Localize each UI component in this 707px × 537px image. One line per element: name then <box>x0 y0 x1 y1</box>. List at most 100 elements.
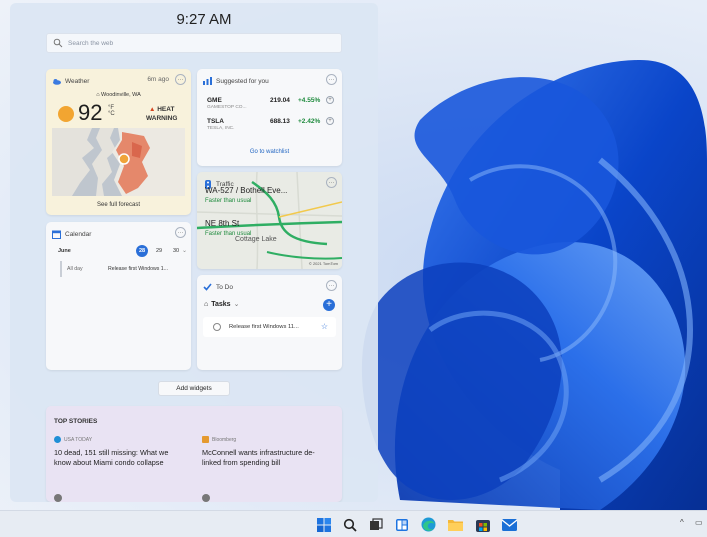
chevron-down-icon[interactable]: ⌄ <box>182 247 187 254</box>
weather-location-text: Woodinville, WA <box>101 92 141 98</box>
weather-updated-time: 6m ago <box>147 76 169 83</box>
sunny-icon <box>58 106 74 122</box>
calendar-day[interactable]: 29 <box>153 245 165 257</box>
warning-icon: ▲ <box>148 106 158 113</box>
store-icon[interactable] <box>474 516 491 533</box>
calendar-month: June <box>58 248 71 254</box>
temperature-units: °F °C <box>108 105 115 117</box>
news-headline[interactable]: 10 dead, 151 still missing: What we know… <box>54 448 184 468</box>
task-checkbox[interactable] <box>213 323 221 331</box>
widgets-panel: 9:27 AM Search the web Weather 6m ago ··… <box>10 3 378 502</box>
weather-widget[interactable]: Weather 6m ago ··· ⌂ Woodinville, WA 92 … <box>46 69 191 215</box>
top-stories-widget[interactable]: TOP STORIES USA TODAY 10 dead, 151 still… <box>46 406 342 502</box>
more-options-icon[interactable]: ··· <box>175 227 186 238</box>
weather-title: Weather <box>65 77 90 85</box>
calendar-widget[interactable]: Calendar ··· June 28 29 30 ⌄ All day Rel… <box>46 222 191 370</box>
todo-header: To Do <box>203 281 336 293</box>
traffic-route-2[interactable]: NE 8th St <box>205 219 239 228</box>
taskbar: ^ ▭ <box>0 510 707 537</box>
weather-location: ⌂ Woodinville, WA <box>46 92 191 98</box>
task-view-icon[interactable] <box>367 516 384 533</box>
bloomberg-logo-icon <box>202 436 209 443</box>
add-task-button[interactable]: + <box>323 299 335 311</box>
news-headline[interactable]: McConnell wants infrastructure de-linked… <box>202 448 332 468</box>
next-story-source-icon <box>202 494 210 502</box>
calendar-day-selected[interactable]: 28 <box>136 245 148 257</box>
stocks-title: Suggested for you <box>216 77 269 85</box>
map-copyright: © 2021 TomTom <box>308 261 338 266</box>
stock-symbol: TSLA <box>207 118 224 125</box>
stock-price: 219.04 <box>270 97 290 104</box>
news-story[interactable]: USA TODAY 10 dead, 151 still missing: Wh… <box>54 436 184 468</box>
more-options-icon[interactable]: ··· <box>175 74 186 85</box>
edge-icon[interactable] <box>420 516 437 533</box>
todo-title: To Do <box>216 283 233 291</box>
watchlist-link[interactable]: Go to watchlist <box>197 149 342 155</box>
chevron-down-icon: ⌄ <box>233 301 240 308</box>
weather-radar-map[interactable] <box>52 128 185 196</box>
news-story[interactable]: Bloomberg McConnell wants infrastructure… <box>202 436 332 468</box>
search-icon[interactable] <box>341 516 358 533</box>
map-place-label: Cottage Lake <box>235 236 277 243</box>
task-item[interactable]: Release first Windows 11... ☆ <box>203 317 336 337</box>
web-search-box[interactable]: Search the web <box>46 33 342 53</box>
stocks-chart-icon <box>203 77 212 86</box>
widgets-icon[interactable] <box>393 516 410 533</box>
full-forecast-link[interactable]: See full forecast <box>46 202 191 208</box>
traffic-route-1-status: Faster than usual <box>205 198 252 204</box>
weather-temperature: 92 <box>78 100 103 125</box>
stock-change: +4.55% <box>298 97 321 104</box>
stock-price: 688.13 <box>270 118 290 125</box>
news-source: USA TODAY <box>54 436 184 443</box>
calendar-event[interactable]: All day Release first Windows 1... <box>60 261 180 277</box>
todo-widget[interactable]: To Do ··· ⌂ Tasks ⌄ + Release first Wind… <box>197 275 342 370</box>
calendar-header: Calendar <box>52 228 185 240</box>
file-explorer-icon[interactable] <box>447 516 464 533</box>
event-title: Release first Windows 1... <box>108 266 168 272</box>
chevron-up-icon[interactable]: ^ <box>680 518 684 527</box>
mail-icon[interactable] <box>501 516 518 533</box>
stock-change: +2.42% <box>298 118 321 125</box>
add-to-watchlist-icon[interactable]: + <box>326 117 334 125</box>
home-icon: ⌂ <box>204 300 209 308</box>
task-text: Release first Windows 11... <box>229 324 299 330</box>
more-options-icon[interactable]: ··· <box>326 280 337 291</box>
stock-name: GAMESTOP CO... <box>207 105 247 110</box>
top-stories-header: TOP STORIES <box>54 418 98 425</box>
system-tray-icon[interactable]: ▭ <box>695 518 703 527</box>
panel-clock: 9:27 AM <box>176 11 232 28</box>
stock-symbol: GME <box>207 97 222 104</box>
calendar-day[interactable]: 30 <box>170 245 182 257</box>
add-to-watchlist-icon[interactable]: + <box>326 96 334 104</box>
weather-map-graphic <box>52 128 185 196</box>
stocks-widget[interactable]: Suggested for you ··· GME GAMESTOP CO...… <box>197 69 342 166</box>
search-icon <box>53 38 63 48</box>
add-widgets-button[interactable]: Add widgets <box>158 381 230 396</box>
task-list-name: Tasks <box>211 300 231 308</box>
stock-row[interactable]: GME GAMESTOP CO... 219.04 +4.55% + <box>207 96 334 115</box>
event-time: All day <box>67 266 83 272</box>
calendar-icon <box>52 230 61 239</box>
weather-cloud-icon <box>52 77 61 86</box>
checkmark-icon <box>203 283 212 292</box>
more-options-icon[interactable]: ··· <box>326 74 337 85</box>
unit-celsius[interactable]: °C <box>108 111 115 117</box>
news-source-name: Bloomberg <box>212 436 237 443</box>
calendar-title: Calendar <box>65 230 92 238</box>
traffic-route-1[interactable]: WA-527 / Bothell Eve... <box>205 186 287 195</box>
more-options-icon[interactable]: ··· <box>326 177 337 188</box>
start-icon[interactable] <box>315 516 332 533</box>
task-list-selector[interactable]: ⌂ Tasks ⌄ <box>204 300 240 309</box>
traffic-widget[interactable]: Traffic ··· WA-527 / Bothell Eve... Fast… <box>197 172 342 269</box>
news-source: Bloomberg <box>202 436 332 443</box>
next-story-source-icon <box>54 494 62 502</box>
news-source-name: USA TODAY <box>64 436 93 443</box>
usa-today-logo-icon <box>54 436 61 443</box>
warning-line2: WARNING <box>146 115 178 122</box>
warning-line1: HEAT <box>157 106 175 113</box>
stocks-header: Suggested for you <box>203 75 336 87</box>
heat-warning-badge[interactable]: ▲ HEAT WARNING <box>146 105 177 123</box>
stock-row[interactable]: TSLA TESLA, INC. 688.13 +2.42% + <box>207 117 334 136</box>
stock-name: TESLA, INC. <box>207 126 235 131</box>
star-icon[interactable]: ☆ <box>321 322 328 331</box>
